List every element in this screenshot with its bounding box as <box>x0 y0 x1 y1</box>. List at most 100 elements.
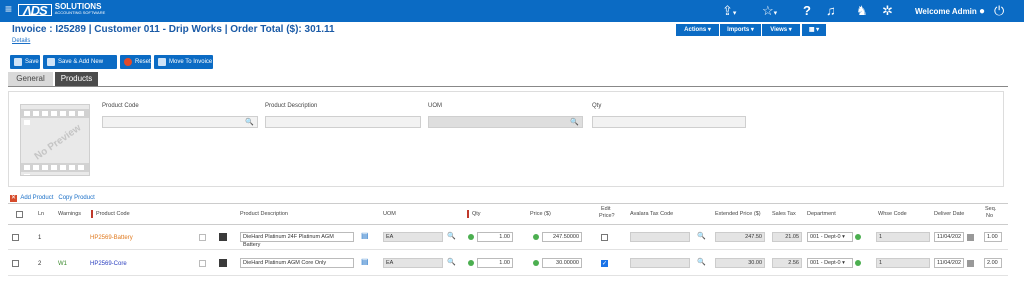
share-icon[interactable]: ⇪▾ <box>722 2 736 23</box>
product-code-input[interactable]: 🔍 <box>102 116 258 128</box>
search-icon[interactable]: 🔍 <box>697 258 706 266</box>
col-avalara-tax-code[interactable]: Avalara Tax Code <box>630 211 673 217</box>
row-department-select[interactable]: 001 - Dept-0 ▾ <box>807 258 853 268</box>
row-select-checkbox[interactable] <box>12 260 19 267</box>
row-deliver-date[interactable]: 11/04/202 <box>934 232 964 242</box>
row-flag-checkbox[interactable] <box>199 260 206 267</box>
qty-input[interactable] <box>592 116 746 128</box>
col-sales-tax[interactable]: Sales Tax <box>772 211 796 217</box>
price-adjust-icon[interactable] <box>533 234 539 240</box>
power-icon[interactable]: ⏻ <box>994 2 1004 20</box>
hamburger-menu-icon[interactable]: ≡ <box>5 2 12 16</box>
department-icon[interactable] <box>855 260 861 266</box>
logo-tagline: ACCOUNTING SOFTWARE <box>54 10 106 15</box>
product-description-label: Product Description <box>265 103 318 109</box>
row-description-input[interactable]: DieHard Platinum 24F Platinum AGM Batter… <box>240 232 354 248</box>
row-whse-code[interactable]: 1 <box>876 258 930 268</box>
calendar-icon[interactable] <box>967 260 974 267</box>
price-adjust-icon[interactable] <box>533 260 539 266</box>
imports-dropdown-button[interactable]: Imports ▾ <box>720 24 761 36</box>
product-image-icon[interactable] <box>219 233 227 241</box>
row-warning[interactable]: W1 <box>58 261 67 267</box>
search-icon[interactable]: 🔍 <box>447 258 456 266</box>
help-icon[interactable]: ? <box>803 2 811 20</box>
page-title: Invoice : I25289 | Customer 011 - Drip W… <box>12 24 335 35</box>
copy-product-link[interactable]: Copy Product <box>58 195 94 201</box>
qty-adjust-icon[interactable] <box>468 260 474 266</box>
col-seq-2[interactable]: No <box>986 213 993 219</box>
save-button[interactable]: Save <box>10 55 40 69</box>
uom-input[interactable]: 🔍 <box>428 116 583 128</box>
col-uom[interactable]: UOM <box>383 211 396 217</box>
reset-icon <box>124 58 132 66</box>
star-icon[interactable]: ☆▾ <box>762 2 777 23</box>
welcome-user-menu[interactable]: Welcome Admin ● <box>915 6 985 17</box>
col-whse-code[interactable]: Whse Code <box>878 211 907 217</box>
col-product-description[interactable]: Product Description <box>240 211 288 217</box>
row-price-input[interactable]: 247.50000 <box>542 232 582 242</box>
col-department[interactable]: Department <box>807 211 836 217</box>
users-icon[interactable]: ♞ <box>856 2 868 20</box>
search-icon[interactable]: 🔍 <box>697 232 706 240</box>
row-price-input[interactable]: 30.00000 <box>542 258 582 268</box>
notes-icon[interactable]: ▤ <box>361 231 369 240</box>
row-product-code[interactable]: HP2569-Battery <box>90 235 133 241</box>
logo-mark: ΛDS <box>18 4 52 17</box>
grid-layout-dropdown-button[interactable]: ▦ ▾ <box>802 24 826 36</box>
row-deliver-date[interactable]: 11/04/202 <box>934 258 964 268</box>
actions-dropdown-button[interactable]: Actions ▾ <box>676 24 719 36</box>
views-dropdown-button[interactable]: Views ▾ <box>762 24 800 36</box>
details-link[interactable]: Details <box>12 38 30 44</box>
col-deliver-date[interactable]: Deliver Date <box>934 211 964 217</box>
tab-general[interactable]: General <box>8 72 53 86</box>
move-to-invoice-button[interactable]: Move To Invoice <box>154 55 213 69</box>
row-avalara-input[interactable] <box>630 232 690 242</box>
row-whse-code[interactable]: 1 <box>876 232 930 242</box>
row-uom-input[interactable]: EA <box>383 258 443 268</box>
col-edit-price-1[interactable]: Edit <box>601 206 610 212</box>
row-flag-checkbox[interactable] <box>199 234 206 241</box>
row-qty-input[interactable]: 1.00 <box>477 232 513 242</box>
save-add-new-button[interactable]: Save & Add New <box>43 55 117 69</box>
col-qty[interactable]: Qty <box>467 210 481 218</box>
col-ln[interactable]: Ln <box>38 211 44 217</box>
search-icon[interactable]: 🔍 <box>570 118 579 126</box>
product-description-input[interactable] <box>265 116 421 128</box>
row-seq-no[interactable]: 2.00 <box>984 258 1002 268</box>
row-edit-price-checkbox[interactable] <box>601 234 608 241</box>
row-sales-tax: 2.56 <box>772 258 802 268</box>
row-description-input[interactable]: DieHard Platinum AGM Core Only <box>240 258 354 268</box>
col-edit-price-2[interactable]: Price? <box>599 213 615 219</box>
search-icon[interactable]: 🔍 <box>447 232 456 240</box>
col-warnings[interactable]: Warnings <box>58 211 81 217</box>
reset-button[interactable]: Reset <box>120 55 151 69</box>
gear-icon[interactable]: ✲ <box>882 2 893 20</box>
bell-icon[interactable]: ♫ <box>826 2 836 20</box>
app-logo[interactable]: ΛDS SOLUTIONS ACCOUNTING SOFTWARE <box>18 3 105 17</box>
add-product-link[interactable]: Add Product <box>20 195 53 201</box>
row-seq-no[interactable]: 1.00 <box>984 232 1002 242</box>
search-icon[interactable]: 🔍 <box>245 118 254 126</box>
notes-icon[interactable]: ▤ <box>361 257 369 266</box>
row-department-select[interactable]: 001 - Dept-0 ▾ <box>807 232 853 242</box>
delete-icon[interactable]: ✕ <box>10 195 17 202</box>
tab-products[interactable]: Products <box>55 72 98 86</box>
qty-adjust-icon[interactable] <box>468 234 474 240</box>
row-product-code[interactable]: HP2569-Core <box>90 261 127 267</box>
select-all-checkbox[interactable] <box>16 211 23 218</box>
col-price[interactable]: Price ($) <box>530 211 551 217</box>
col-extended-price[interactable]: Extended Price ($) <box>715 211 761 217</box>
row-avalara-input[interactable] <box>630 258 690 268</box>
department-icon[interactable] <box>855 234 861 240</box>
col-seq-1[interactable]: Seq. <box>985 206 996 212</box>
row-select-checkbox[interactable] <box>12 234 19 241</box>
row-uom-input[interactable]: EA <box>383 232 443 242</box>
col-product-code[interactable]: Product Code <box>91 210 130 218</box>
row-edit-price-checkbox[interactable] <box>601 260 608 267</box>
row-qty-input[interactable]: 1.00 <box>477 258 513 268</box>
calendar-icon[interactable] <box>967 234 974 241</box>
save-icon <box>14 58 22 66</box>
grid-header <box>8 203 1008 225</box>
product-image-placeholder: No Preview <box>20 104 90 176</box>
product-image-icon[interactable] <box>219 259 227 267</box>
